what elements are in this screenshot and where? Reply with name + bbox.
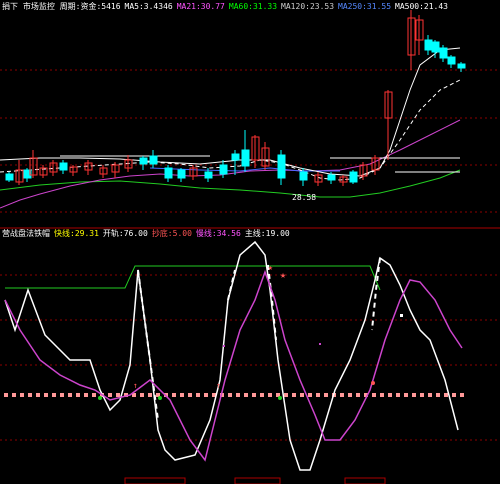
- threshold-dot: [284, 393, 288, 397]
- marker-icon: [400, 314, 403, 317]
- threshold-dot: [204, 393, 208, 397]
- candle-body: [457, 63, 466, 69]
- threshold-dot: [444, 393, 448, 397]
- marker-icon-2: [223, 345, 225, 347]
- candle-body: [424, 39, 433, 51]
- candle-body: [439, 47, 448, 59]
- threshold-dot: [252, 393, 256, 397]
- candle-body: [349, 171, 358, 183]
- buy-marker-icon: [98, 396, 102, 400]
- bottom-box-2: [234, 477, 281, 484]
- candle-body: [447, 56, 456, 65]
- threshold-dot: [356, 393, 360, 397]
- threshold-dot: [380, 393, 384, 397]
- threshold-dot: [52, 393, 56, 397]
- sell-marker-icon: [371, 381, 375, 385]
- threshold-dot: [172, 393, 176, 397]
- threshold-dot: [300, 393, 304, 397]
- threshold-dot: [324, 393, 328, 397]
- price-label: 28.58: [292, 193, 316, 202]
- marker-icon-3: [319, 343, 321, 345]
- threshold-dot: [196, 393, 200, 397]
- star-icon-2: ★: [268, 263, 273, 272]
- threshold-dot: [292, 393, 296, 397]
- threshold-dot: [388, 393, 392, 397]
- candle-body: [241, 149, 250, 167]
- candle-body: [149, 155, 158, 165]
- threshold-dot: [260, 393, 264, 397]
- candle-body: [177, 169, 186, 179]
- threshold-dot: [148, 393, 152, 397]
- threshold-dot: [452, 393, 456, 397]
- threshold-dot: [20, 393, 24, 397]
- threshold-dot: [236, 393, 240, 397]
- fast-dashed-white-line: [137, 269, 159, 421]
- arrow-up-icon: ↑: [133, 381, 138, 390]
- threshold-dot: [308, 393, 312, 397]
- candle-body: [277, 154, 286, 179]
- threshold-dot: [140, 393, 144, 397]
- threshold-dot: [28, 393, 32, 397]
- threshold-dot: [60, 393, 64, 397]
- candle-body: [139, 157, 148, 165]
- candle-body: [231, 153, 240, 161]
- upper-green-line: [5, 265, 381, 291]
- fast-dashed-white-line-3: [267, 264, 277, 341]
- threshold-dot: [76, 393, 80, 397]
- threshold-dot: [68, 393, 72, 397]
- stock-chart-canvas[interactable]: 28.58 ★ ★ ↑ ↑: [0, 0, 500, 484]
- threshold-dots-row: [4, 393, 464, 397]
- threshold-dot: [116, 393, 120, 397]
- threshold-dot: [180, 393, 184, 397]
- threshold-dot: [340, 393, 344, 397]
- slow-magenta-line: [4, 269, 463, 462]
- candlestick-group: [5, 10, 466, 186]
- threshold-dot: [396, 393, 400, 397]
- threshold-dot: [4, 393, 8, 397]
- candle-body: [299, 171, 308, 181]
- threshold-dot: [84, 393, 88, 397]
- arrow-up-icon-2: ↑: [216, 381, 221, 390]
- bottom-box-1: [124, 477, 186, 484]
- threshold-dot: [44, 393, 48, 397]
- buy-marker-icon-2: [158, 396, 162, 400]
- fast-dashed-white-line-4: [371, 257, 381, 331]
- threshold-dot: [420, 393, 424, 397]
- candle-body: [164, 167, 173, 179]
- threshold-dot: [404, 393, 408, 397]
- threshold-dot: [36, 393, 40, 397]
- threshold-dot: [188, 393, 192, 397]
- signal-markers: ★ ★ ↑ ↑: [98, 263, 403, 400]
- star-icon: ★: [280, 270, 286, 281]
- bottom-panel-grid: [0, 274, 500, 441]
- threshold-dot: [268, 393, 272, 397]
- threshold-dot: [348, 393, 352, 397]
- threshold-dot: [228, 393, 232, 397]
- threshold-dot: [412, 393, 416, 397]
- bottom-box-3: [344, 477, 386, 484]
- ma-white-line: [0, 47, 461, 177]
- threshold-dot: [436, 393, 440, 397]
- candle-body: [204, 171, 213, 179]
- candle-body: [327, 174, 336, 181]
- threshold-dot: [460, 393, 464, 397]
- candle-body: [5, 173, 14, 181]
- buy-marker-icon-3: [278, 396, 282, 400]
- threshold-dot: [244, 393, 248, 397]
- threshold-dot: [108, 393, 112, 397]
- threshold-dot: [428, 393, 432, 397]
- threshold-dot: [92, 393, 96, 397]
- threshold-dot: [316, 393, 320, 397]
- ma-magenta-line: [0, 119, 461, 209]
- threshold-dot: [372, 393, 376, 397]
- candle-body: [431, 41, 440, 53]
- threshold-dot: [12, 393, 16, 397]
- candle-body: [219, 164, 228, 175]
- candle-body: [59, 162, 68, 171]
